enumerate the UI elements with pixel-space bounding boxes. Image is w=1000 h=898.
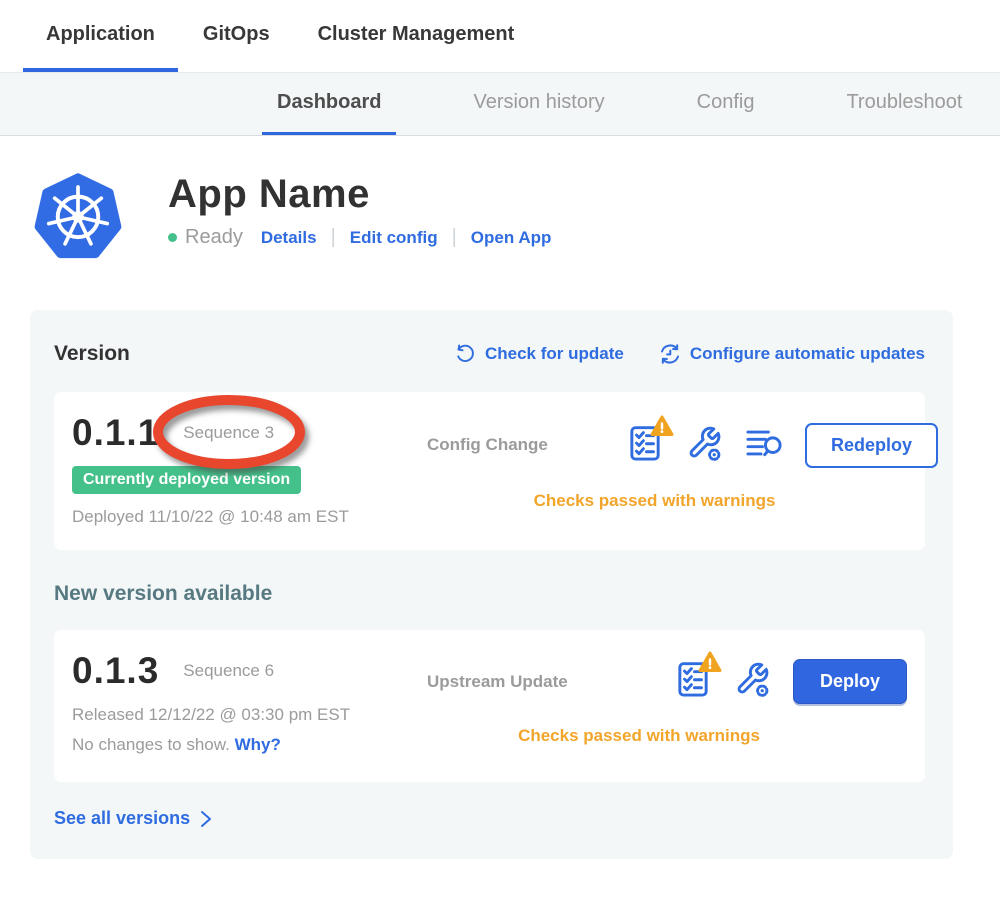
- check-for-update-label: Check for update: [485, 344, 624, 364]
- deploy-button[interactable]: Deploy: [793, 659, 907, 704]
- top-tab-cluster-management[interactable]: Cluster Management: [295, 23, 538, 72]
- current-checks-status: Checks passed with warnings: [427, 491, 942, 533]
- currently-deployed-badge: Currently deployed version: [72, 466, 301, 494]
- config-wrench-icon[interactable]: [733, 660, 771, 703]
- page-title: App Name: [168, 172, 551, 216]
- divider: |: [452, 226, 457, 249]
- config-wrench-icon[interactable]: [685, 424, 723, 467]
- no-changes-text: No changes to show.: [72, 735, 230, 754]
- refresh-icon: [454, 343, 477, 366]
- divider: |: [331, 226, 336, 249]
- view-files-icon[interactable]: [745, 426, 783, 465]
- warning-triangle-icon: [698, 651, 722, 678]
- check-for-update-button[interactable]: Check for update: [454, 343, 624, 366]
- redeploy-button[interactable]: Redeploy: [805, 423, 938, 468]
- app-sub-navigation: Dashboard Version history Config Trouble…: [0, 72, 1000, 136]
- preflight-checks-icon[interactable]: [627, 424, 663, 467]
- app-header: App Name Ready Details | Edit config | O…: [34, 172, 1000, 260]
- tab-dashboard[interactable]: Dashboard: [262, 91, 396, 136]
- available-version-number: 0.1.3: [72, 650, 159, 692]
- configure-automatic-updates-label: Configure automatic updates: [690, 344, 925, 364]
- see-all-versions-label: See all versions: [54, 808, 190, 829]
- top-tab-application[interactable]: Application: [23, 23, 178, 72]
- available-checks-status: Checks passed with warnings: [427, 726, 911, 765]
- current-sequence-label: Sequence 3: [183, 423, 274, 442]
- edit-config-link[interactable]: Edit config: [350, 228, 438, 248]
- status-label: Ready: [185, 226, 243, 249]
- details-link[interactable]: Details: [261, 228, 317, 248]
- top-navigation: Application GitOps Cluster Management: [0, 0, 1000, 72]
- chevron-right-icon: [200, 810, 213, 828]
- warning-triangle-icon: [650, 415, 674, 442]
- top-tab-gitops[interactable]: GitOps: [180, 23, 293, 72]
- version-panel-title: Version: [54, 342, 130, 366]
- current-version-number: 0.1.1: [72, 412, 159, 454]
- tab-config[interactable]: Config: [682, 91, 770, 136]
- current-sequence-wrapper: Sequence 3: [175, 421, 282, 445]
- tab-troubleshoot[interactable]: Troubleshoot: [831, 91, 977, 136]
- tab-version-history[interactable]: Version history: [458, 91, 619, 136]
- available-sequence-label: Sequence 6: [183, 661, 274, 680]
- current-version-card: 0.1.1 Sequence 3 Currently deployed vers…: [54, 392, 925, 550]
- kubernetes-logo-icon: [34, 172, 122, 260]
- version-panel: Version Check for update: [30, 310, 953, 859]
- see-all-versions-link[interactable]: See all versions: [54, 808, 925, 829]
- deployed-timestamp: Deployed 11/10/22 @ 10:48 am EST: [72, 507, 427, 527]
- current-source-label: Config Change: [427, 435, 627, 455]
- why-link[interactable]: Why?: [235, 735, 281, 754]
- released-timestamp: Released 12/12/22 @ 03:30 pm EST: [72, 705, 427, 725]
- new-version-heading: New version available: [54, 582, 925, 606]
- open-app-link[interactable]: Open App: [471, 228, 552, 248]
- available-source-label: Upstream Update: [427, 672, 627, 692]
- auto-update-clock-icon: [658, 342, 682, 366]
- configure-automatic-updates-button[interactable]: Configure automatic updates: [658, 342, 925, 366]
- status-ready-dot: [168, 233, 177, 242]
- preflight-checks-icon[interactable]: [675, 660, 711, 703]
- available-version-card: 0.1.3 Sequence 6 Released 12/12/22 @ 03:…: [54, 630, 925, 782]
